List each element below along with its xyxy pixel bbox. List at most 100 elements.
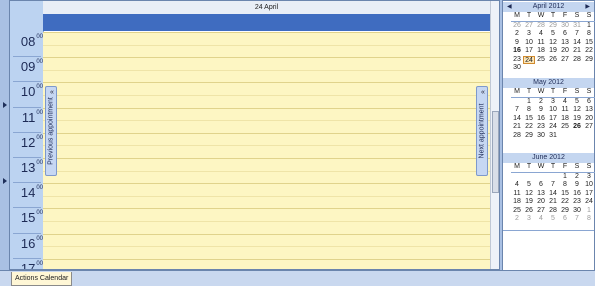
- day-cell[interactable]: 22: [523, 123, 535, 132]
- day-cell[interactable]: 27: [583, 123, 595, 132]
- day-cell[interactable]: 20: [535, 198, 547, 207]
- day-cell[interactable]: 12: [571, 106, 583, 115]
- day-cell[interactable]: 3: [523, 215, 535, 224]
- day-cell[interactable]: 8: [583, 30, 595, 39]
- day-cell[interactable]: 9: [535, 106, 547, 115]
- day-cell[interactable]: 28: [547, 207, 559, 216]
- day-cell[interactable]: 26: [547, 56, 559, 65]
- day-cell[interactable]: 8: [559, 181, 571, 190]
- vertical-scrollbar[interactable]: [490, 1, 499, 269]
- day-cell[interactable]: 23: [571, 198, 583, 207]
- scrollbar-thumb[interactable]: [492, 111, 499, 193]
- day-cell[interactable]: 2: [511, 215, 523, 224]
- day-cell[interactable]: 6: [559, 30, 571, 39]
- day-cell[interactable]: 31: [571, 22, 583, 31]
- day-cell[interactable]: 1: [523, 98, 535, 107]
- day-cell[interactable]: 28: [535, 22, 547, 31]
- next-month-icon[interactable]: ▶: [585, 2, 590, 12]
- day-cell[interactable]: 23: [511, 56, 523, 65]
- day-cell[interactable]: 14: [547, 190, 559, 199]
- day-cell[interactable]: 11: [511, 190, 523, 199]
- day-header[interactable]: 24 April: [43, 1, 490, 15]
- day-cell[interactable]: 30: [535, 132, 547, 141]
- day-cell[interactable]: 22: [559, 198, 571, 207]
- day-cell[interactable]: 5: [547, 30, 559, 39]
- day-cell[interactable]: 18: [535, 47, 547, 56]
- day-cell[interactable]: 4: [559, 98, 571, 107]
- day-cell[interactable]: 1: [583, 207, 595, 216]
- day-cell[interactable]: 25: [511, 207, 523, 216]
- day-cell[interactable]: 5: [571, 98, 583, 107]
- next-appointment-button[interactable]: « Next appointment: [476, 86, 488, 176]
- day-cell[interactable]: 26: [571, 123, 583, 132]
- day-cell[interactable]: 17: [547, 115, 559, 124]
- day-cell[interactable]: 27: [535, 207, 547, 216]
- day-cell[interactable]: 7: [511, 106, 523, 115]
- day-cell[interactable]: 12: [547, 39, 559, 48]
- prev-month-icon[interactable]: ◀: [507, 2, 512, 12]
- day-cell[interactable]: 16: [571, 190, 583, 199]
- day-cell[interactable]: 18: [511, 198, 523, 207]
- day-cell[interactable]: 10: [583, 181, 595, 190]
- day-cell[interactable]: 2: [511, 30, 523, 39]
- day-cell[interactable]: 28: [571, 56, 583, 65]
- day-cell[interactable]: 3: [583, 173, 595, 182]
- day-cell[interactable]: 17: [583, 190, 595, 199]
- day-cell[interactable]: 9: [511, 39, 523, 48]
- day-cell[interactable]: 21: [571, 47, 583, 56]
- day-cell[interactable]: 19: [571, 115, 583, 124]
- day-cell[interactable]: 20: [559, 47, 571, 56]
- day-cell[interactable]: 26: [511, 22, 523, 31]
- day-cell[interactable]: 7: [571, 30, 583, 39]
- day-cell[interactable]: 29: [559, 207, 571, 216]
- day-cell[interactable]: 16: [511, 47, 523, 56]
- day-cell[interactable]: 25: [535, 56, 547, 65]
- day-cell[interactable]: 27: [559, 56, 571, 65]
- day-cell[interactable]: 6: [583, 98, 595, 107]
- day-cell[interactable]: 6: [535, 181, 547, 190]
- day-cell[interactable]: 20: [583, 115, 595, 124]
- day-cell[interactable]: 2: [535, 98, 547, 107]
- day-cell[interactable]: 2: [571, 173, 583, 182]
- day-cell[interactable]: 22: [583, 47, 595, 56]
- day-cell[interactable]: 11: [559, 106, 571, 115]
- day-cell[interactable]: 25: [559, 123, 571, 132]
- day-cell[interactable]: 6: [559, 215, 571, 224]
- day-cell[interactable]: 19: [523, 198, 535, 207]
- day-cell[interactable]: 16: [535, 115, 547, 124]
- day-cell[interactable]: 7: [571, 215, 583, 224]
- day-cell[interactable]: 5: [523, 181, 535, 190]
- day-cell[interactable]: 1: [583, 22, 595, 31]
- day-cell[interactable]: 10: [523, 39, 535, 48]
- day-cell[interactable]: 4: [535, 215, 547, 224]
- day-cell[interactable]: 24: [583, 198, 595, 207]
- day-cell[interactable]: 12: [523, 190, 535, 199]
- day-cell[interactable]: 9: [571, 181, 583, 190]
- day-cell[interactable]: 3: [547, 98, 559, 107]
- day-cell[interactable]: 23: [535, 123, 547, 132]
- day-cell[interactable]: 8: [583, 215, 595, 224]
- day-cell[interactable]: 4: [535, 30, 547, 39]
- day-cell[interactable]: 24: [523, 55, 535, 64]
- day-cell[interactable]: 17: [523, 47, 535, 56]
- day-cell[interactable]: 14: [511, 115, 523, 124]
- day-cell[interactable]: 21: [547, 198, 559, 207]
- day-cell[interactable]: 13: [535, 190, 547, 199]
- day-cell[interactable]: 27: [523, 22, 535, 31]
- day-cell[interactable]: 4: [511, 181, 523, 190]
- day-cell[interactable]: 31: [547, 132, 559, 141]
- day-cell[interactable]: 15: [559, 190, 571, 199]
- day-cell[interactable]: 29: [523, 132, 535, 141]
- day-cell[interactable]: 29: [547, 22, 559, 31]
- previous-appointment-button[interactable]: « Previous appointment: [45, 86, 57, 176]
- day-cell[interactable]: 21: [511, 123, 523, 132]
- day-cell[interactable]: 30: [559, 22, 571, 31]
- day-cell[interactable]: 19: [547, 47, 559, 56]
- day-cell[interactable]: 11: [535, 39, 547, 48]
- day-cell[interactable]: 18: [559, 115, 571, 124]
- day-cell[interactable]: 5: [547, 215, 559, 224]
- day-time-grid[interactable]: [43, 32, 490, 269]
- day-cell[interactable]: 10: [547, 106, 559, 115]
- day-cell[interactable]: 30: [511, 64, 523, 73]
- tab-actions-calendar[interactable]: Actions Calendar: [11, 272, 73, 286]
